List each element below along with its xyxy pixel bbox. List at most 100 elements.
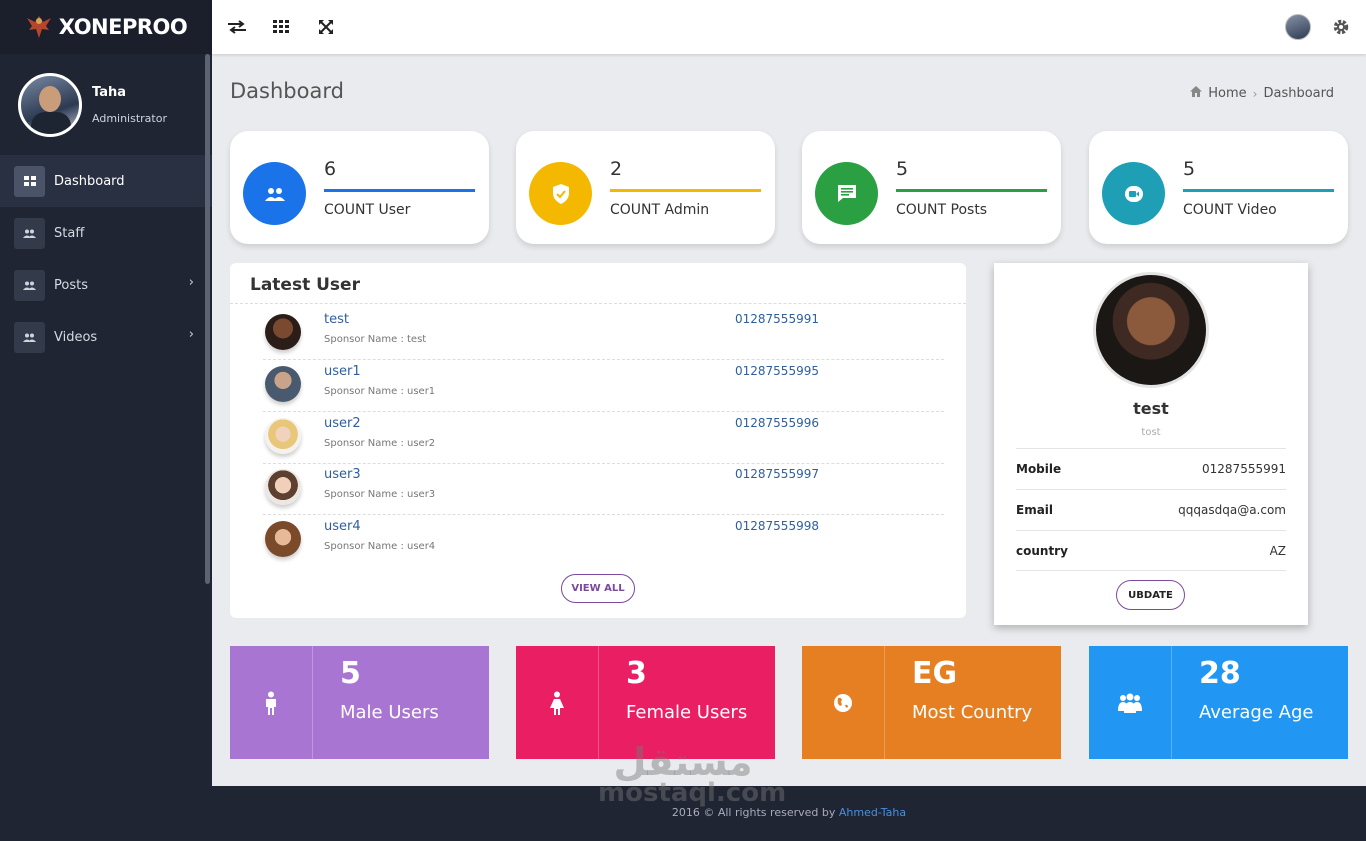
stat-value: 6: [324, 158, 337, 180]
stat-divider: [896, 189, 1047, 192]
stat-label: COUNT Posts: [896, 202, 988, 218]
swap-arrows-icon[interactable]: [226, 16, 248, 38]
male-icon: [230, 646, 313, 759]
profile-card-subtitle: tost: [1141, 427, 1161, 438]
divider: [230, 303, 966, 304]
page-title: Dashboard: [230, 79, 344, 103]
footer-text: 2016 © All rights reserved by Ahmed-Taha: [212, 806, 1366, 819]
summary-value: EG: [912, 656, 958, 691]
latest-users-panel: Latest User test Sponsor Name : test 012…: [230, 263, 966, 618]
summary-card-male[interactable]: 5 Male Users: [230, 646, 489, 759]
profile-name: Taha: [92, 84, 126, 100]
avatar[interactable]: [265, 418, 301, 454]
avatar[interactable]: [265, 521, 301, 557]
user-name-link[interactable]: user2: [324, 416, 361, 431]
summary-label: Average Age: [1199, 702, 1314, 723]
detail-row-mobile: Mobile 01287555991: [1016, 448, 1286, 489]
summary-card-country[interactable]: EG Most Country: [802, 646, 1061, 759]
detail-row-country: country AZ: [1016, 530, 1286, 571]
avatar[interactable]: [18, 72, 82, 137]
sponsor-name: Sponsor Name : user1: [324, 386, 436, 397]
detail-value: 01287555991: [1202, 462, 1286, 476]
chevron-right-icon: ›: [188, 275, 194, 290]
stat-card-admins[interactable]: 2 COUNT Admin: [516, 131, 775, 244]
user-profile-card: test tost Mobile 01287555991 Email qqqas…: [994, 263, 1308, 625]
list-item[interactable]: user2 Sponsor Name : user2 01287555996: [263, 412, 944, 464]
sidebar-item-videos[interactable]: Videos ›: [0, 311, 212, 363]
home-icon: [1190, 86, 1203, 101]
avatar[interactable]: [265, 366, 301, 402]
globe-icon: [802, 646, 885, 759]
footer: 2016 © All rights reserved by Ahmed-Taha: [212, 786, 1366, 841]
user-profile: Taha Administrator: [0, 54, 212, 155]
user-name-link[interactable]: test: [324, 312, 349, 327]
author-link[interactable]: Ahmed-Taha: [839, 806, 906, 819]
sidebar-item-label: Videos: [54, 329, 98, 345]
sponsor-name: Sponsor Name : test: [324, 334, 427, 345]
detail-label: Email: [1016, 503, 1054, 517]
group-icon: [1089, 646, 1172, 759]
sponsor-name: Sponsor Name : user4: [324, 541, 436, 552]
summary-value: 3: [626, 656, 647, 691]
female-icon: [516, 646, 599, 759]
fullscreen-icon[interactable]: [315, 16, 337, 38]
sidebar-item-posts[interactable]: Posts ›: [0, 259, 212, 311]
stat-label: COUNT User: [324, 202, 411, 218]
stat-value: 5: [896, 158, 909, 180]
sidebar-scrollbar[interactable]: [205, 54, 210, 584]
chat-icon: [815, 162, 878, 225]
stat-label: COUNT Admin: [610, 202, 710, 218]
list-item[interactable]: user3 Sponsor Name : user3 01287555997: [263, 463, 944, 515]
gear-icon[interactable]: [1330, 16, 1352, 38]
user-phone[interactable]: 01287555997: [735, 467, 819, 481]
avatar[interactable]: [265, 314, 301, 350]
detail-value: qqqasdqa@a.com: [1178, 503, 1286, 517]
stat-card-posts[interactable]: 5 COUNT Posts: [802, 131, 1061, 244]
sidebar-item-dashboard[interactable]: Dashboard: [0, 155, 212, 207]
list-item[interactable]: test Sponsor Name : test 01287555991: [263, 308, 944, 360]
summary-label: Most Country: [912, 702, 1033, 723]
summary-label: Female Users: [626, 702, 748, 723]
chevron-right-icon: ›: [1252, 86, 1258, 101]
user-name-link[interactable]: user3: [324, 467, 361, 482]
breadcrumb-home-link[interactable]: Home: [1208, 86, 1246, 101]
avatar[interactable]: [1285, 14, 1311, 40]
sponsor-name: Sponsor Name : user3: [324, 489, 436, 500]
update-button[interactable]: UBDATE: [1116, 580, 1185, 610]
summary-card-age[interactable]: 28 Average Age: [1089, 646, 1348, 759]
detail-value: AZ: [1269, 543, 1286, 558]
user-name-link[interactable]: user4: [324, 519, 361, 534]
video-icon: [1102, 162, 1165, 225]
list-item[interactable]: user4 Sponsor Name : user4 01287555998: [263, 515, 944, 567]
brand[interactable]: XONEPROO: [0, 0, 212, 54]
view-all-button[interactable]: VIEW ALL: [561, 574, 635, 603]
sponsor-name: Sponsor Name : user2: [324, 438, 436, 449]
user-name-link[interactable]: user1: [324, 364, 361, 379]
breadcrumb: Home › Dashboard: [1190, 86, 1334, 101]
stat-divider: [1183, 189, 1334, 192]
watermark: مستقل mostaql.com: [598, 740, 786, 808]
grid-icon[interactable]: [270, 16, 292, 38]
detail-label: country: [1016, 543, 1068, 558]
stat-value: 5: [1183, 158, 1196, 180]
profile-photo: [1093, 272, 1209, 388]
user-phone[interactable]: 01287555995: [735, 364, 819, 378]
summary-value: 5: [340, 656, 361, 691]
dashboard-icon: [14, 165, 45, 197]
list-item[interactable]: user1 Sponsor Name : user1 01287555995: [263, 360, 944, 412]
sidebar-nav: Dashboard Staff Posts › Videos ›: [0, 155, 212, 363]
user-phone[interactable]: 01287555991: [735, 312, 819, 326]
profile-card-name: test: [1133, 399, 1169, 418]
chevron-right-icon: ›: [188, 327, 194, 342]
sidebar: XONEPROO Taha Administrator Dashboard St…: [0, 0, 212, 841]
stat-card-users[interactable]: 6 COUNT User: [230, 131, 489, 244]
user-phone[interactable]: 01287555996: [735, 416, 819, 430]
users-icon: [14, 217, 45, 249]
stat-value: 2: [610, 158, 623, 180]
stat-divider: [610, 189, 761, 192]
user-phone[interactable]: 01287555998: [735, 519, 819, 533]
sidebar-item-staff[interactable]: Staff: [0, 207, 212, 259]
stat-card-videos[interactable]: 5 COUNT Video: [1089, 131, 1348, 244]
users-icon: [14, 321, 45, 353]
avatar[interactable]: [265, 469, 301, 505]
